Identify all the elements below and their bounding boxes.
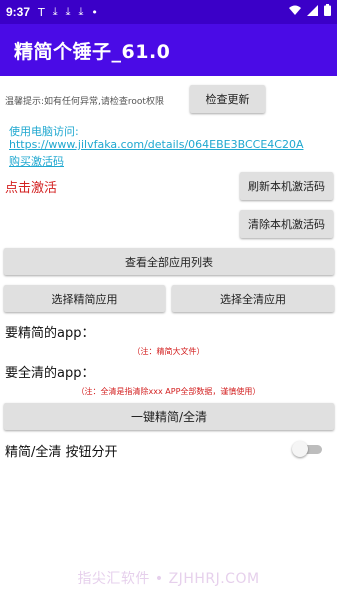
toggle-thumb (292, 441, 308, 457)
view-all-apps-button[interactable]: 查看全部应用列表 (4, 248, 334, 275)
one-key-slim-clear-button[interactable]: 一键精简/全清 (4, 403, 334, 430)
split-toggle-label: 精简/全清 按钮分开 (5, 445, 118, 460)
status-time: 9:37 (6, 5, 31, 19)
download-icon: ⤓ (52, 5, 58, 18)
visit-label: 使用电脑访问: (9, 125, 79, 138)
watermark-text: 指尖汇软件 • ZJHHRJ.COM (77, 571, 260, 587)
slim-apps-label: 要精简的app： (5, 326, 95, 341)
download-icon: ⤓ (78, 5, 84, 18)
select-clear-apps-button[interactable]: 选择全清应用 (172, 285, 334, 312)
battery-icon (324, 4, 331, 16)
slim-note: （注：精简大文件） (132, 347, 205, 356)
app-bar: 精简个锤子_61.0 (0, 24, 337, 76)
clear-note: （注：全清是指清除xxx APP全部数据，谨慎使用） (76, 387, 261, 396)
t-icon: T (38, 5, 45, 19)
clear-apps-label: 要全清的app： (5, 366, 95, 381)
dot-icon: • (91, 5, 98, 19)
wifi-icon (289, 5, 301, 15)
hint-text: 温馨提示:如有任何异常,请检查root权限 (5, 97, 164, 107)
click-activate-link[interactable]: 点击激活 (5, 177, 57, 196)
select-slim-apps-button[interactable]: 选择精简应用 (4, 285, 165, 312)
buy-code-link[interactable]: 购买激活码 (9, 153, 64, 169)
refresh-code-button[interactable]: 刷新本机激活码 (240, 172, 333, 200)
clear-code-button[interactable]: 清除本机激活码 (240, 210, 333, 238)
app-title: 精简个锤子_61.0 (14, 40, 171, 63)
visit-url-link[interactable]: https://www.jilvfaka.com/details/064EBE3… (9, 138, 303, 151)
signal-icon (307, 4, 318, 16)
status-bar: 9:37 T ⤓ ⤓ ⤓ • (0, 0, 337, 24)
check-update-button[interactable]: 检查更新 (190, 85, 265, 113)
download-icon: ⤓ (65, 5, 71, 18)
split-toggle-switch[interactable] (292, 441, 324, 457)
